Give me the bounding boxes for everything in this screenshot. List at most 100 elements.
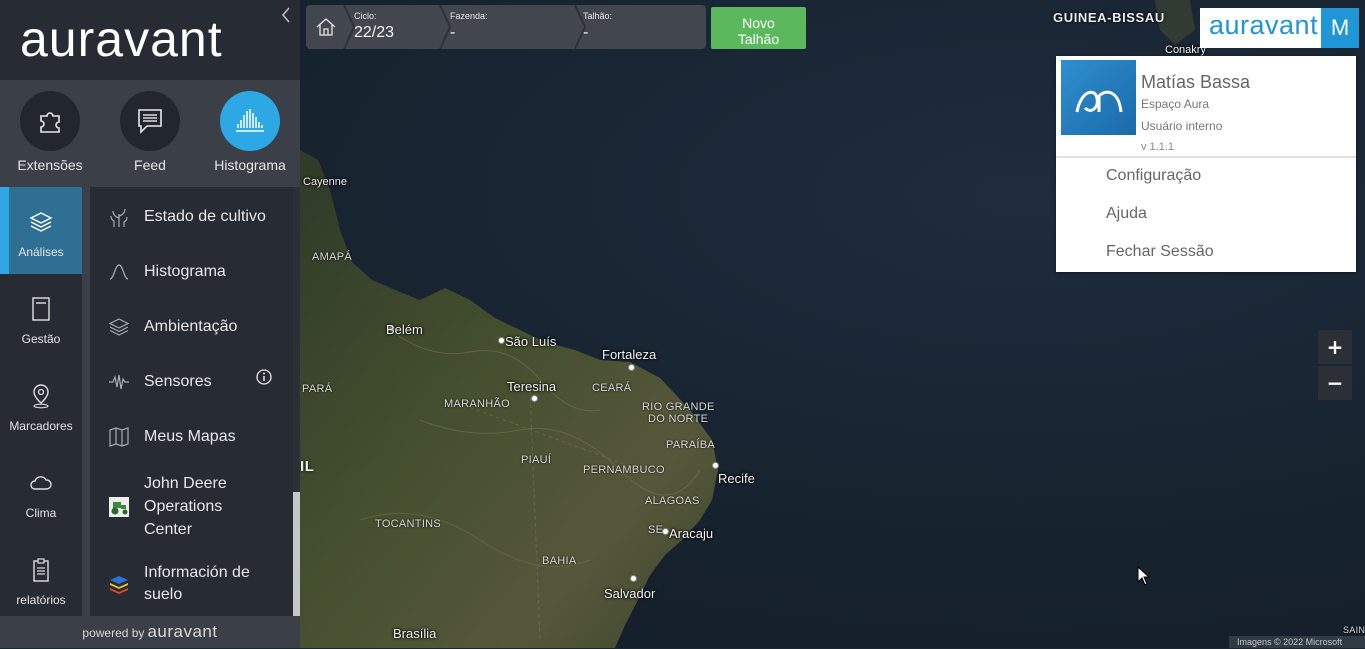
powered-brand: auravant — [147, 622, 218, 641]
user-menu-dropdown: Matías Bassa Espaço Aura Usuário interno… — [1056, 56, 1356, 272]
user-name: Matías Bassa — [1141, 72, 1251, 92]
menu-item-ambientacao[interactable]: Ambientação — [90, 309, 293, 345]
shortcut-bar: Extensões Feed Histograma — [0, 80, 300, 187]
map-label: Cayenne — [303, 176, 348, 188]
menu-label: Meus Mapas — [144, 428, 236, 445]
city-dot — [498, 337, 505, 344]
space-logo — [1061, 60, 1136, 135]
menu-label: Operations — [144, 498, 223, 515]
user-space: Espaço Aura — [1141, 97, 1210, 111]
auravant-logo-chip: auravant — [1200, 8, 1321, 48]
layers-icon — [29, 212, 53, 232]
menu-item-my-maps[interactable]: Meus Mapas — [90, 419, 293, 455]
rail-divider — [82, 187, 90, 616]
tractor-icon — [109, 497, 129, 517]
folded-map-icon — [109, 427, 129, 447]
user-avatar-button[interactable]: M — [1321, 8, 1359, 48]
zoom-out-button[interactable]: − — [1318, 366, 1352, 400]
home-icon — [316, 18, 336, 36]
rail-item-clima[interactable]: Clima — [0, 448, 82, 535]
cycle-label: Ciclo: — [354, 11, 377, 21]
rail-item-marcadores[interactable]: Marcadores — [0, 361, 82, 448]
shortcut-feed[interactable]: Feed — [100, 91, 200, 187]
brand-logo: auravant — [20, 11, 223, 67]
menu-label: John Deere — [144, 475, 227, 492]
histogram-icon — [236, 109, 264, 132]
rail-item-analises[interactable]: Análises — [0, 187, 82, 274]
map-label: PARAÍBA — [666, 439, 715, 451]
city-dot — [712, 462, 719, 469]
map-label: CEARÁ — [592, 382, 632, 394]
new-plot-button[interactable]: Novo Talhão — [711, 7, 806, 49]
shortcut-label: Histograma — [214, 157, 286, 173]
map-attribution: Imagens © 2022 Microsoft — [1229, 636, 1365, 648]
map-pin-icon — [33, 384, 49, 409]
rail-label: relatórios — [16, 593, 66, 607]
collapse-sidebar-icon[interactable] — [278, 4, 294, 26]
menu-label: Ambientação — [144, 318, 238, 335]
rail-item-relatorios[interactable]: relatórios — [0, 535, 82, 622]
cycle-value: 22/23 — [354, 24, 395, 41]
notebook-icon — [32, 297, 50, 321]
info-icon[interactable] — [256, 369, 272, 385]
menu-label: Información de — [144, 564, 250, 581]
layers-icon — [108, 318, 130, 336]
settings-link[interactable]: Configuração — [1106, 167, 1201, 185]
shortcut-histogram[interactable]: Histograma — [200, 91, 300, 187]
map-label: PIAUÍ — [521, 454, 552, 466]
city-dot — [531, 395, 538, 402]
shortcut-label: Extensões — [17, 157, 83, 173]
map-label: RIO GRANDE — [642, 401, 715, 413]
divider — [1056, 156, 1356, 158]
map-label: Belém — [386, 322, 423, 337]
plot-label: Talhão: — [583, 11, 613, 21]
rail-item-gestao[interactable]: Gestão — [0, 274, 82, 361]
farm-value: - — [450, 24, 456, 41]
shortcut-extensions[interactable]: Extensões — [0, 91, 100, 187]
map-label: DO NORTE — [648, 413, 709, 425]
powered-by-footer: powered by auravant — [0, 616, 300, 648]
map-label: GUINEA-BISSAU — [1053, 10, 1165, 25]
farm-selector[interactable]: Fazenda: - — [436, 5, 571, 49]
zoom-in-button[interactable]: + — [1318, 330, 1352, 364]
map-label: MARANHÃO — [444, 398, 510, 410]
menu-item-crop-status[interactable]: Estado de cultivo — [90, 199, 293, 235]
map-label: AMAPÁ — [312, 251, 353, 263]
cycle-selector[interactable]: Ciclo: 22/23 — [340, 5, 436, 49]
menu-item-john-deere[interactable]: John Deere Operations Center — [90, 472, 293, 544]
puzzle-icon — [40, 112, 60, 133]
sidebar: auravant Extensões Feed Histograma Análi… — [0, 0, 300, 648]
menu-scrollbar[interactable] — [293, 187, 300, 616]
menu-label: Center — [144, 521, 193, 538]
menu-item-soil-info[interactable]: Información de suelo — [90, 561, 293, 611]
map-label: IL — [300, 458, 315, 475]
map-label: TOCANTINS — [375, 518, 442, 530]
map-label: Teresina — [507, 379, 557, 394]
menu-label: suelo — [144, 586, 183, 603]
menu-item-histogram[interactable]: Histograma — [90, 254, 293, 290]
map-label: Salvador — [604, 586, 656, 601]
plot-selector[interactable]: Talhão: - — [569, 5, 706, 49]
soil-layers-icon — [110, 576, 128, 594]
aura-logo-icon — [1075, 90, 1122, 112]
new-plot-label: Novo — [742, 14, 775, 31]
analysis-menu: Estado de cultivo Histograma Ambientação… — [90, 187, 293, 616]
farm-label: Fazenda: — [450, 11, 488, 21]
map-label: Brasília — [393, 626, 437, 641]
map-label: ALAGOAS — [645, 495, 700, 507]
mouse-cursor-icon — [1137, 566, 1151, 586]
plant-icon — [110, 208, 128, 227]
map-label: SAIN — [1343, 625, 1365, 635]
new-plot-label: Talhão — [737, 30, 780, 47]
city-dot — [630, 575, 637, 582]
map-label: BAHIA — [542, 555, 577, 567]
logout-link[interactable]: Fechar Sessão — [1106, 243, 1214, 261]
scrollbar-thumb[interactable] — [293, 492, 300, 616]
menu-label: Sensores — [144, 373, 212, 390]
help-link[interactable]: Ajuda — [1106, 205, 1147, 223]
map-label: Aracaju — [669, 526, 714, 541]
rail-label: Clima — [25, 506, 57, 520]
menu-label: Histograma — [144, 263, 226, 280]
map-label: PERNAMBUCO — [583, 464, 665, 476]
menu-item-sensores[interactable]: Sensores — [90, 364, 293, 400]
